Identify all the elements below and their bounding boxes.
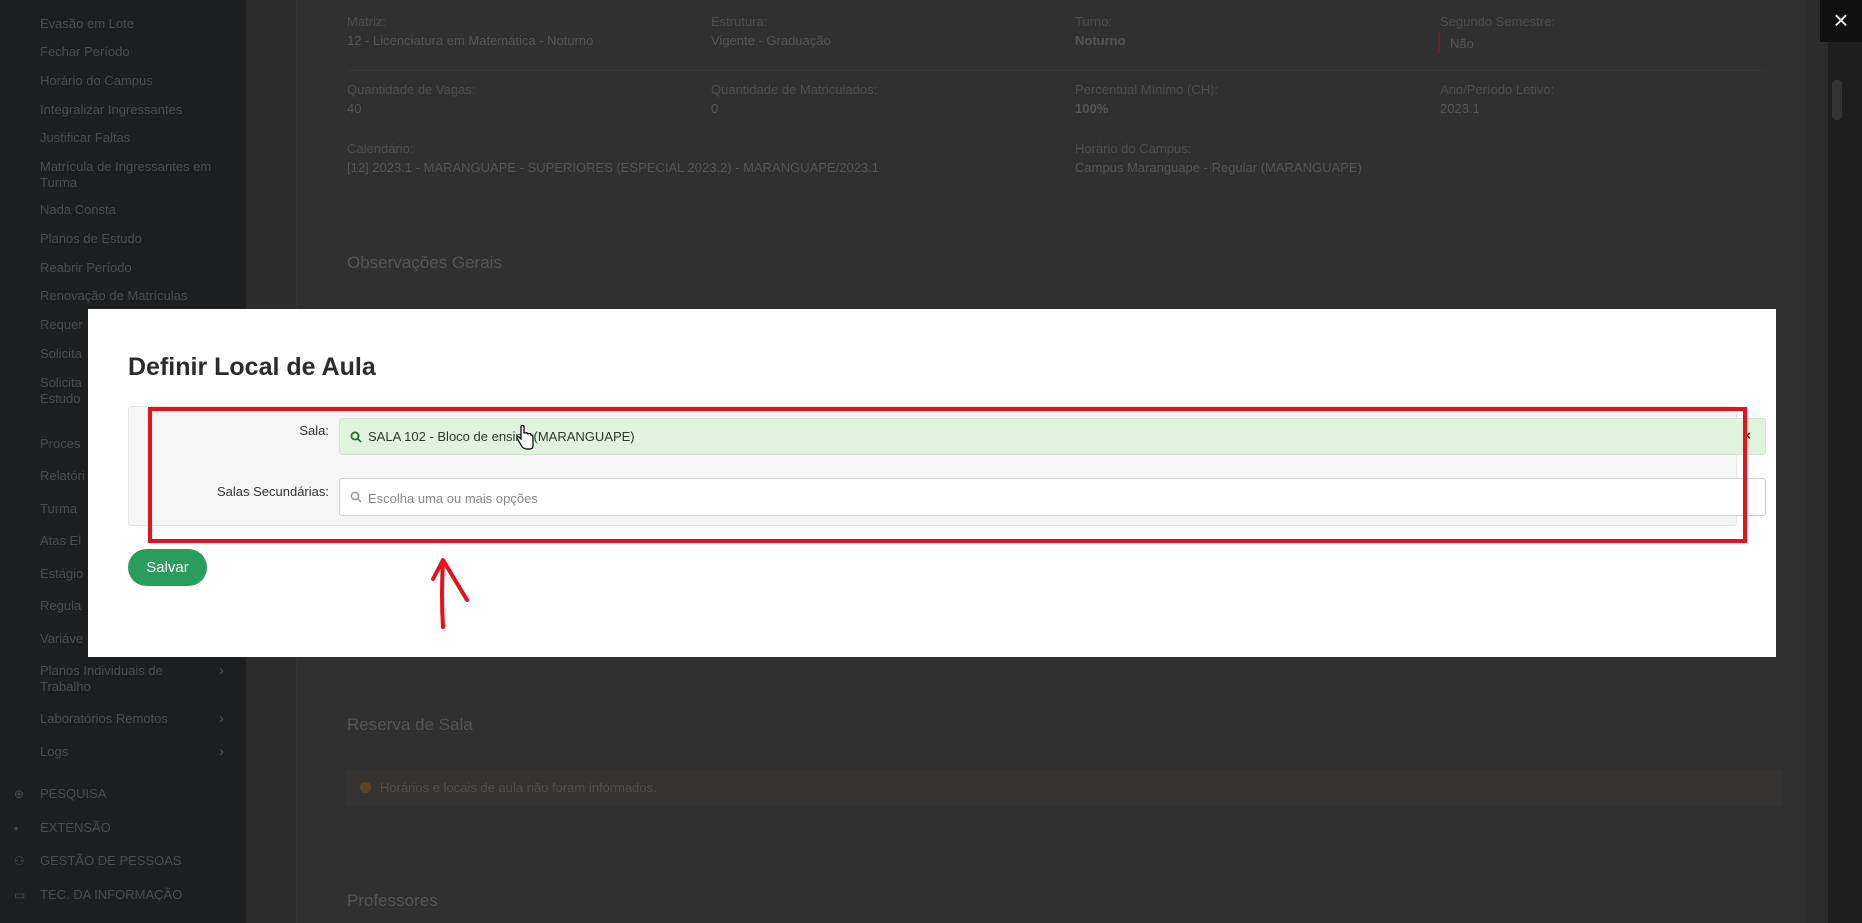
sidebar-section-pesquisa[interactable]: ⊕ PESQUISA [14,786,234,802]
briefcase-icon: ▪ [14,821,19,835]
sidebar-item-label: Relatóri [40,468,85,483]
sidebar-item-fechar-periodo[interactable]: Fechar Período [40,44,230,60]
matriz-label: Matriz: [347,14,386,29]
sidebar-item-label: Regula [40,598,82,613]
sidebar-item-label: Fechar Período [40,44,130,59]
divider [347,70,1767,71]
sidebar-item-matricula-ingressantes[interactable]: Matrícula de Ingressantes em Turma [40,159,220,191]
sidebar-item-label: Laboratórios Remotos [40,711,168,726]
calendario-label: Calendário: [347,141,414,156]
sidebar-item-label: Justificar Faltas [40,130,131,145]
sidebar-item-label: Planos Individuais de Trabalho [40,663,163,694]
chevron-right-icon: › [219,662,224,679]
sidebar-section-label: EXTENSÃO [40,820,111,835]
matriculados-value: 0 [711,101,719,116]
matriz-value: 12 - Licenciatura em Matemática - Noturn… [347,33,594,48]
sidebar-item-planos-estudo[interactable]: Planos de Estudo [40,231,230,247]
vagas-value: 40 [347,101,362,116]
sidebar-item-label: Renovação de Matrículas [40,288,188,303]
matriculados-label: Quantidade de Matriculados: [711,82,878,97]
sidebar-item-label: Solicita Estudo [40,375,82,406]
annotation-arrow-icon [431,558,469,629]
sidebar-item-label: Evasão em Lote [40,16,134,31]
sidebar-item-solicita-estudo[interactable]: Solicita Estudo [40,375,90,407]
ano-periodo-value: 2023.1 [1440,101,1480,116]
sidebar-item-label: Matrícula de Ingressantes em Turma [40,159,212,190]
ano-periodo-label: Ano/Período Letivo: [1440,82,1555,97]
sidebar-section-tec-informacao[interactable]: ▭ TEC. DA INFORMAÇÃO [14,887,234,903]
sidebar-item-label: Reabrir Período [40,260,132,275]
sidebar-item-laboratorios[interactable]: Laboratórios Remotos › [40,711,234,727]
sidebar-section-extensao[interactable]: ▪ EXTENSÃO [14,820,234,836]
hand-cursor-icon [516,425,534,450]
save-button[interactable]: Salvar [128,549,207,586]
globe-icon: ⊕ [14,787,25,801]
sidebar-item-label: Variáve [40,631,84,646]
sidebar-item-label: Planos de Estudo [40,231,142,246]
reserva-notice-text: Horários e locais de aula não foram info… [380,780,657,795]
sidebar-item-planos-individuais[interactable]: Planos Individuais de Trabalho › [40,663,234,695]
sidebar-item-justificar-faltas[interactable]: Justificar Faltas [40,130,230,146]
modal-title: Definir Local de Aula [128,353,376,381]
sidebar-item-label: Solicita [40,346,82,361]
section-reserva-title: Reserva de Sala [347,715,473,734]
sidebar-item-reabrir-periodo[interactable]: Reabrir Período [40,260,230,276]
vagas-label: Quantidade de Vagas: [347,82,476,97]
annotation-highlight-box [148,407,1747,543]
laptop-icon: ▭ [14,888,26,902]
reserva-notice: Horários e locais de aula não foram info… [346,770,1782,806]
section-observacoes-title: Observações Gerais [347,253,502,272]
section-professores-title: Professores [347,891,438,910]
sidebar-section-label: PESQUISA [40,786,107,801]
page-scrollbar[interactable] [1828,0,1862,923]
sidebar-item-integralizar[interactable]: Integralizar Ingressantes [40,102,230,118]
sidebar-section-label: TEC. DA INFORMAÇÃO [40,887,183,902]
close-button[interactable]: × [1820,0,1862,42]
sidebar-item-nada-consta[interactable]: Nada Consta [40,202,230,218]
chevron-right-icon: › [219,710,224,727]
segundo-semestre-label: Segundo Semestre: [1440,14,1555,29]
sidebar-item-label: Integralizar Ingressantes [40,102,183,117]
warning-icon [360,782,371,793]
horario-campus-label: Horário do Campus: [1075,141,1192,156]
chevron-right-icon: › [219,743,224,760]
turno-label: Turno: [1075,14,1113,29]
users-icon: ⚇ [14,854,25,868]
sidebar-item-horario-campus[interactable]: Horário do Campus [40,73,230,89]
sidebar-item-label: Requer [40,317,83,332]
turno-value: Noturno [1075,33,1126,48]
estrutura-value: Vigente - Graduação [711,33,831,48]
sidebar-item-label: Atas El [40,533,82,548]
sidebar-item-logs[interactable]: Logs › [40,744,234,760]
sidebar-section-gestao-pessoas[interactable]: ⚇ GESTÃO DE PESSOAS [14,853,234,869]
percentual-value: 100% [1075,101,1109,116]
segundo-semestre-value: Não [1438,32,1482,54]
horario-campus-value: Campus Maranguape - Regular (MARANGUAPE) [1075,160,1362,175]
sidebar-item-label: Turma [40,501,78,516]
calendario-value: [12] 2023.1 - MARANGUAPE - SUPERIORES (E… [347,160,879,175]
sidebar-item-renovacao[interactable]: Renovação de Matrículas [40,288,230,304]
sidebar-item-label: Proces [40,436,81,451]
sidebar-item-evasao[interactable]: Evasão em Lote [40,16,230,32]
sidebar-item-label: Horário do Campus [40,73,153,88]
estrutura-label: Estrutura: [711,14,768,29]
sidebar-item-label: Nada Consta [40,202,116,217]
scrollbar-thumb[interactable] [1832,80,1842,120]
sidebar-item-label: Estágio [40,566,84,581]
sidebar-item-label: Logs [40,744,69,759]
sidebar-section-label: GESTÃO DE PESSOAS [40,853,182,868]
percentual-label: Percentual Mínimo (CH): [1075,82,1219,97]
